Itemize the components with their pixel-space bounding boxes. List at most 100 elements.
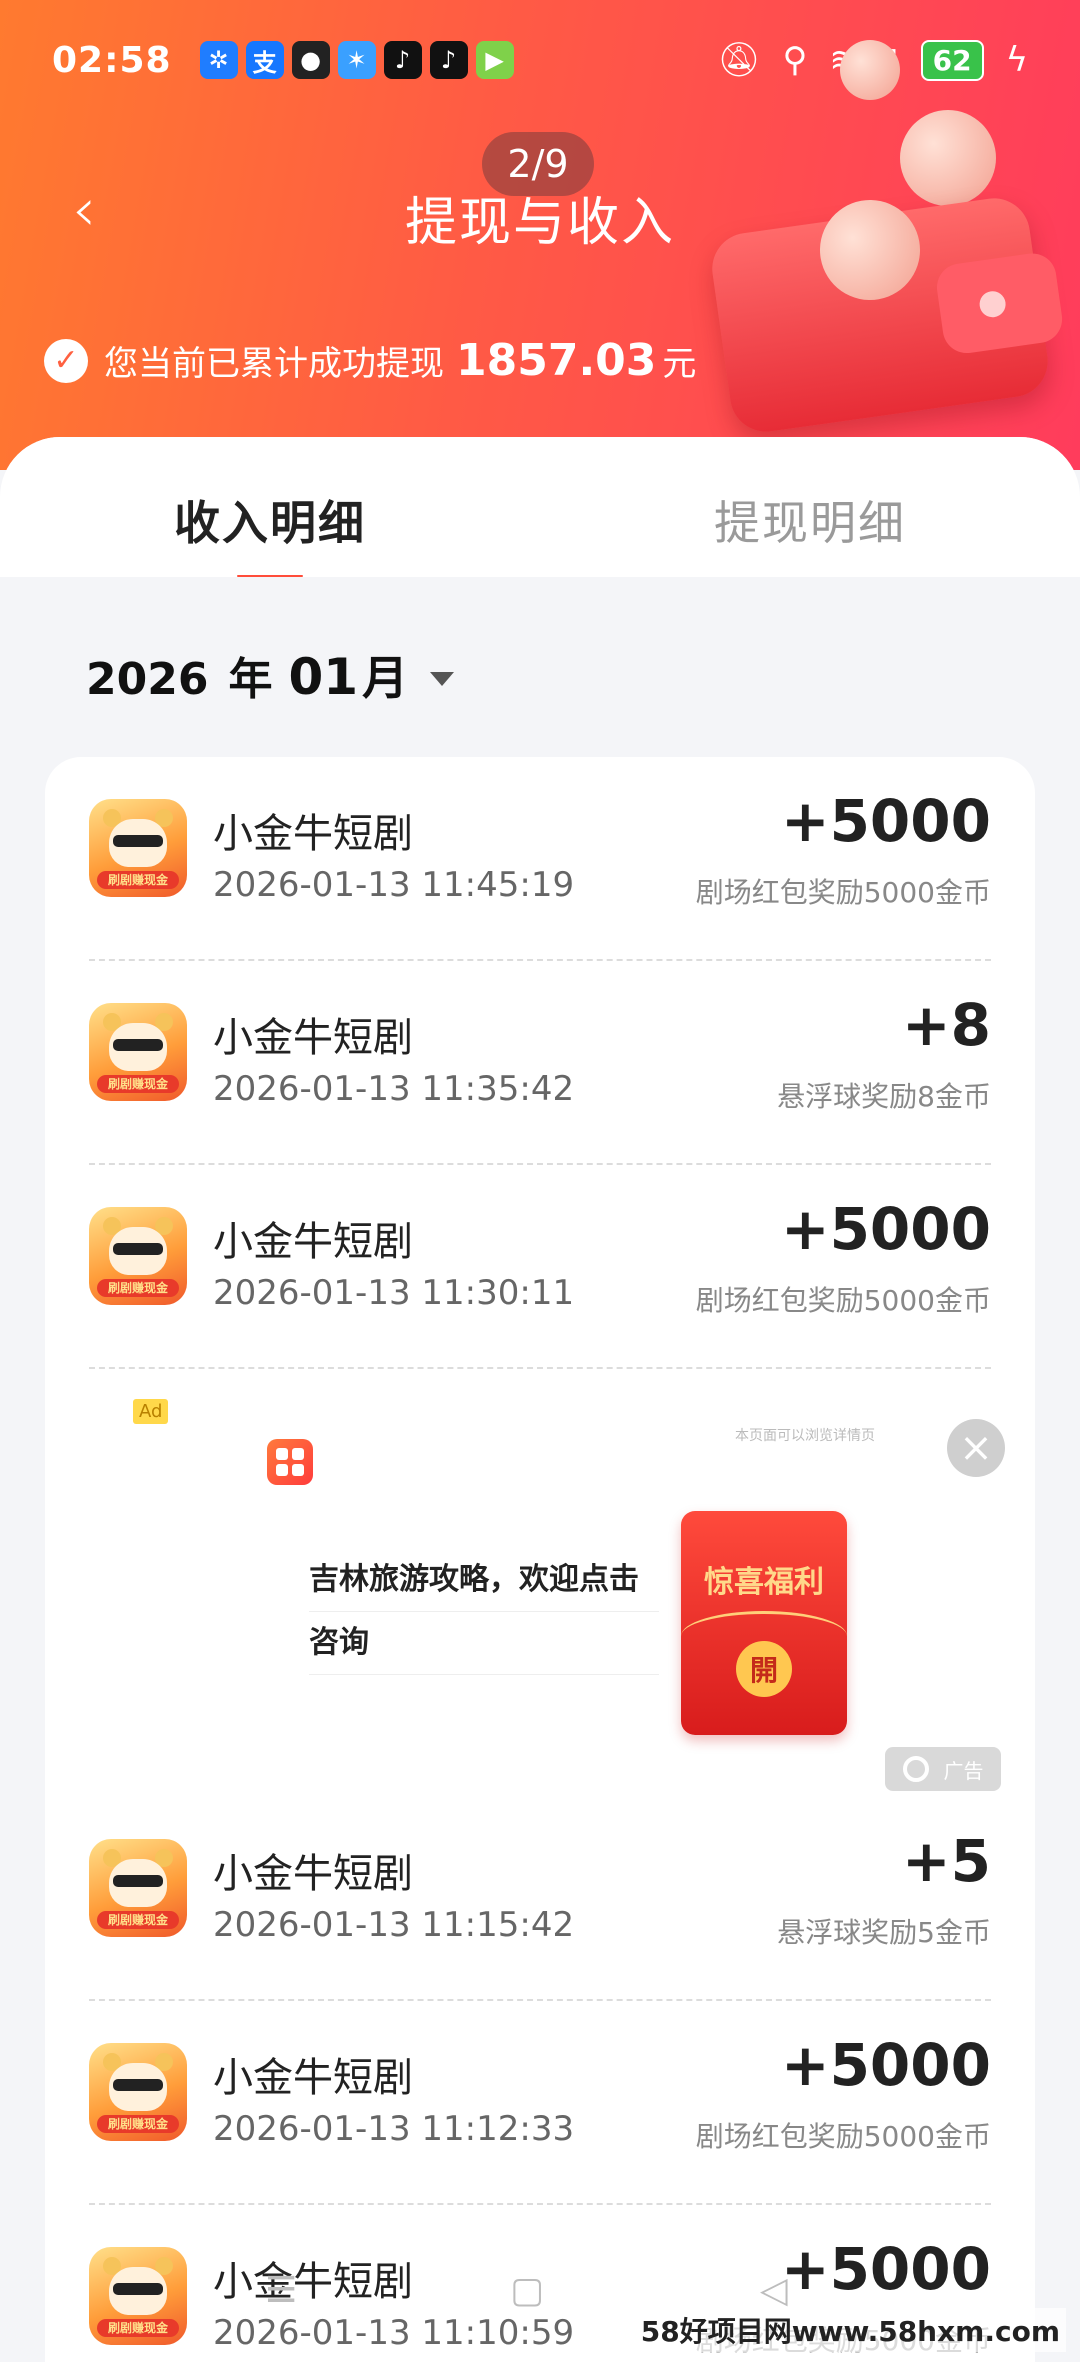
bull-glasses xyxy=(113,1243,163,1255)
xiaojinniu-app-icon: 刷剧赚现金 xyxy=(89,2247,187,2345)
ad-network-logo-icon xyxy=(902,1756,929,1782)
record-amount: +5 xyxy=(902,1827,991,1895)
xiaojinniu-app-icon: 刷剧赚现金 xyxy=(89,2043,187,2141)
record-source-name: 小金牛短剧 xyxy=(213,1851,413,1897)
record-amount: +5000 xyxy=(780,2031,991,2099)
record-description: 剧场红包奖励5000金币 xyxy=(695,2120,991,2153)
tiktok-lite-app-icon: ♪ xyxy=(429,41,468,79)
video-app-icon: ▶ xyxy=(475,41,514,79)
tab-label: 提现明细 xyxy=(714,496,906,550)
month-picker-year: 2026 xyxy=(86,654,209,705)
photos-app-icon: ✶ xyxy=(337,41,376,79)
ad-note: 本页面可以浏览详情页 xyxy=(735,1428,875,1444)
xiaojinniu-app-icon: 刷剧赚现金 xyxy=(89,1839,187,1937)
ad-copy-line: 吉林旅游攻略，欢迎点击 xyxy=(309,1549,659,1612)
record-source-name: 小金牛短剧 xyxy=(213,2259,413,2305)
record-time: 2026-01-13 11:30:11 xyxy=(213,1273,575,1313)
ad-copy[interactable]: 吉林旅游攻略，欢迎点击 咨询 xyxy=(309,1549,659,1675)
bull-glasses xyxy=(113,1875,163,1887)
mute-icon: 🔕︎ xyxy=(717,40,761,80)
month-picker[interactable]: 2026 年 01 月 xyxy=(86,642,455,708)
app-icon-banner: 刷剧赚现金 xyxy=(97,1911,179,1929)
app-icon-banner: 刷剧赚现金 xyxy=(97,1279,179,1297)
record-source-name: 小金牛短剧 xyxy=(213,811,413,857)
status-time: 02:58 xyxy=(52,39,172,81)
month-picker-month: 01 xyxy=(288,648,359,706)
withdraw-prefix: 您当前已累计成功提现 xyxy=(104,344,444,384)
ad-label: 广告 xyxy=(943,1758,984,1783)
status-bar: 02:58 ✲支●✶♪♪▶ 🔕︎ ⚲ ≋ ▮ 62 ϟ xyxy=(0,0,1080,120)
record-time: 2026-01-13 11:15:42 xyxy=(213,1905,575,1945)
red-envelope-image[interactable]: 惊喜福利 開 xyxy=(681,1511,847,1735)
alipay-app-icon: 支 xyxy=(245,41,284,79)
envelope-title: 惊喜福利 xyxy=(704,1565,824,1600)
location-icon: ⚲ xyxy=(782,40,808,80)
withdraw-amount: 1857.03 xyxy=(456,335,657,386)
ad-app-logo-icon xyxy=(267,1439,313,1485)
check-circle-icon: ✓ xyxy=(44,338,88,383)
bull-glasses xyxy=(113,2079,163,2091)
header: 02:58 ✲支●✶♪♪▶ 🔕︎ ⚲ ≋ ▮ 62 ϟ 2/9 ‹ 提现与收入 … xyxy=(0,0,1080,470)
income-record-list: 刷剧赚现金 小金牛短剧 2026-01-13 11:45:19 +5000 剧场… xyxy=(45,757,1035,2362)
app-icon-banner: 刷剧赚现金 xyxy=(97,2115,179,2133)
record-source-name: 小金牛短剧 xyxy=(213,1015,413,1061)
active-tab-indicator xyxy=(237,575,303,577)
record-source-name: 小金牛短剧 xyxy=(213,2055,413,2101)
income-record-row[interactable]: 刷剧赚现金 小金牛短剧 2026-01-13 11:45:19 +5000 剧场… xyxy=(45,757,1035,961)
watermark: 58好项目网www.58hxm.com xyxy=(634,2308,1066,2352)
record-time: 2026-01-13 11:10:59 xyxy=(213,2313,575,2353)
record-time: 2026-01-13 11:45:19 xyxy=(213,865,575,905)
envelope-open-seal: 開 xyxy=(736,1641,792,1697)
month-picker-month-unit: 月 xyxy=(362,651,409,705)
record-amount: +5000 xyxy=(780,787,991,855)
close-ad-button[interactable]: × xyxy=(947,1419,1005,1477)
charging-icon: ϟ xyxy=(1005,40,1028,80)
bull-glasses xyxy=(113,2283,163,2295)
back-nav-icon[interactable]: ◁ xyxy=(760,2270,788,2311)
xiaojinniu-app-icon: 刷剧赚现金 xyxy=(89,799,187,897)
ad-source-label: 广告 xyxy=(885,1747,1001,1791)
income-record-row[interactable]: 刷剧赚现金 小金牛短剧 2026-01-13 11:35:42 +8 悬浮球奖励… xyxy=(45,961,1035,1165)
bull-glasses xyxy=(113,1039,163,1051)
status-app-icons: ✲ 支 ● ✶ ♪ ♪ ▶ xyxy=(199,41,514,79)
record-description: 剧场红包奖励5000金币 xyxy=(695,1284,991,1317)
battery-indicator: 62 xyxy=(920,39,984,81)
tab-bar: 收入明细 提现明细 xyxy=(0,437,1080,577)
record-amount: +5000 xyxy=(780,1195,991,1263)
record-description: 悬浮球奖励8金币 xyxy=(777,1080,991,1113)
pinwheel-app-icon: ✲ xyxy=(199,41,238,79)
income-record-row[interactable]: 刷剧赚现金 小金牛短剧 2026-01-13 11:12:33 +5000 剧场… xyxy=(45,2001,1035,2205)
bull-glasses xyxy=(113,835,163,847)
app-icon-banner: 刷剧赚现金 xyxy=(97,871,179,889)
record-source-name: 小金牛短剧 xyxy=(213,1219,413,1265)
home-nav-icon[interactable]: ▢ xyxy=(510,2270,544,2311)
menu-nav-icon[interactable]: ☰ xyxy=(265,2270,297,2311)
app-icon-banner: 刷剧赚现金 xyxy=(97,1075,179,1093)
app-icon-banner: 刷剧赚现金 xyxy=(97,2319,179,2337)
caret-down-icon xyxy=(430,672,455,686)
content-card: 收入明细 提现明细 2026 年 01 月 刷剧赚现金 小金牛短剧 2026-0… xyxy=(0,437,1080,2362)
tiktok-app-icon: ♪ xyxy=(383,41,422,79)
income-record-row[interactable]: 刷剧赚现金 小金牛短剧 2026-01-13 11:15:42 +5 悬浮球奖励… xyxy=(45,1797,1035,2001)
tab-label: 收入明细 xyxy=(174,496,366,550)
tab-withdraw-details[interactable]: 提现明细 xyxy=(540,437,1080,577)
coin-icon xyxy=(900,110,996,206)
record-time: 2026-01-13 11:35:42 xyxy=(213,1069,575,1109)
total-withdraw-summary: ✓ 您当前已累计成功提现 1857.03 元 xyxy=(44,335,696,386)
record-description: 悬浮球奖励5金币 xyxy=(777,1916,991,1949)
qq-app-icon: ● xyxy=(291,41,330,79)
month-picker-year-unit: 年 xyxy=(228,654,273,705)
record-amount: +8 xyxy=(902,991,991,1059)
xiaojinniu-app-icon: 刷剧赚现金 xyxy=(89,1207,187,1305)
ad-badge: Ad xyxy=(133,1399,169,1424)
record-time: 2026-01-13 11:12:33 xyxy=(213,2109,575,2149)
ad-copy-line: 咨询 xyxy=(309,1612,659,1675)
record-amount: +5000 xyxy=(780,2235,991,2303)
coin-icon xyxy=(840,40,900,100)
wallet-clasp xyxy=(933,250,1066,357)
record-description: 剧场红包奖励5000金币 xyxy=(695,876,991,909)
income-record-row[interactable]: 刷剧赚现金 小金牛短剧 2026-01-13 11:30:11 +5000 剧场… xyxy=(45,1165,1035,1369)
withdraw-unit: 元 xyxy=(662,344,697,384)
ad-banner[interactable]: Ad 本页面可以浏览详情页 × 吉林旅游攻略，欢迎点击 咨询 惊喜福利 開 广告 xyxy=(45,1369,1035,1809)
tab-income-details[interactable]: 收入明细 xyxy=(0,437,540,577)
